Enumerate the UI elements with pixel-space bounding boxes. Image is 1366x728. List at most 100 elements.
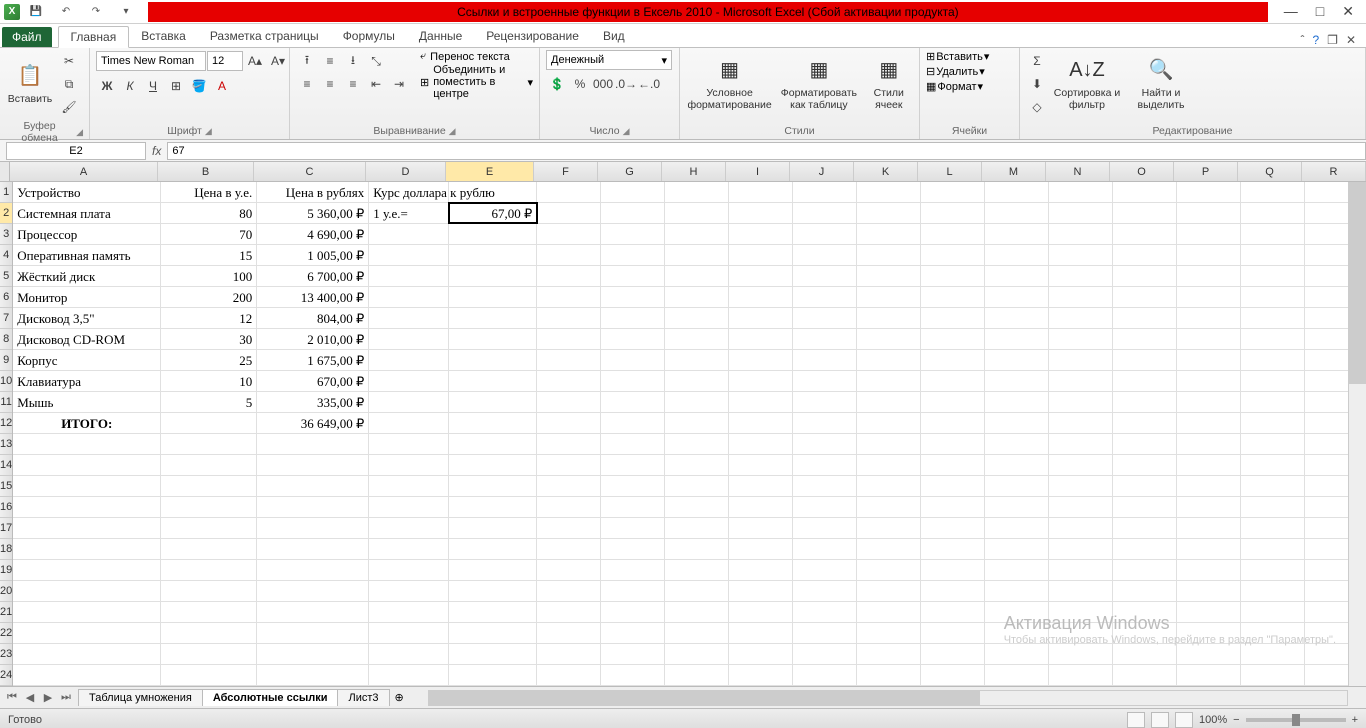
autosum-icon[interactable]: Σ [1026,50,1048,72]
cell[interactable] [1241,497,1305,517]
cell[interactable] [449,350,537,370]
cell[interactable] [665,560,729,580]
cell[interactable] [793,602,857,622]
row-header[interactable]: 10 [0,371,12,392]
cell[interactable] [369,329,449,349]
cell[interactable] [857,266,921,286]
cell[interactable] [921,287,985,307]
row-header[interactable]: 19 [0,560,12,581]
cell[interactable] [1177,602,1241,622]
cell[interactable] [665,434,729,454]
cell[interactable] [1241,308,1305,328]
cell[interactable] [921,266,985,286]
close-button[interactable]: ✕ [1342,3,1354,20]
cell[interactable] [985,350,1049,370]
cell[interactable] [665,203,729,223]
cell[interactable] [449,644,537,664]
cell[interactable] [13,497,161,517]
name-box[interactable]: E2 [6,142,146,160]
cut-icon[interactable]: ✂ [58,50,80,72]
column-header[interactable]: M [982,162,1046,181]
cell[interactable] [1177,581,1241,601]
row-header[interactable]: 14 [0,455,12,476]
cell[interactable] [161,560,257,580]
cell[interactable] [449,455,537,475]
cell[interactable] [921,497,985,517]
cell[interactable] [161,476,257,496]
cell[interactable] [729,329,793,349]
cell[interactable] [537,644,601,664]
cell[interactable] [793,644,857,664]
cell[interactable] [1113,266,1177,286]
font-name-combo[interactable]: Times New Roman [96,51,206,71]
cell[interactable] [985,539,1049,559]
cell[interactable] [793,266,857,286]
cell[interactable] [793,665,857,685]
cell[interactable] [985,413,1049,433]
cell[interactable] [857,455,921,475]
cell[interactable] [793,182,857,202]
cell[interactable] [449,518,537,538]
cell[interactable] [921,539,985,559]
grow-font-icon[interactable]: A▴ [244,50,266,72]
number-format-combo[interactable]: Денежный▾ [546,50,672,70]
cell[interactable] [369,455,449,475]
cell[interactable] [665,539,729,559]
cell[interactable] [257,665,369,685]
cell[interactable] [1113,581,1177,601]
cell[interactable] [857,245,921,265]
cell[interactable] [369,560,449,580]
cell[interactable]: Устройство [13,182,161,202]
increase-indent-icon[interactable]: ⇥ [388,73,410,95]
cell[interactable] [1241,266,1305,286]
cell[interactable] [921,560,985,580]
cell[interactable] [601,371,665,391]
cell[interactable] [449,287,537,307]
cell[interactable] [729,581,793,601]
tab-рецензирование[interactable]: Рецензирование [474,26,591,47]
cell[interactable] [601,602,665,622]
cell[interactable] [729,644,793,664]
cell[interactable] [449,560,537,580]
sheet-nav-last-icon[interactable]: ⏭ [58,691,74,704]
cell[interactable] [985,371,1049,391]
cell[interactable] [857,224,921,244]
cell[interactable] [1177,266,1241,286]
cell[interactable] [1049,434,1113,454]
align-center-icon[interactable]: ≡ [319,73,341,95]
cell[interactable] [601,560,665,580]
cell[interactable] [985,497,1049,517]
cell[interactable] [1049,203,1113,223]
cell[interactable] [729,665,793,685]
cell[interactable]: 100 [161,266,257,286]
cell[interactable] [921,623,985,643]
cell[interactable] [537,350,601,370]
cell[interactable] [1241,392,1305,412]
format-cells-button[interactable]: ▦ Формат ▾ [926,80,983,93]
orientation-icon[interactable]: ⤡ [365,50,387,72]
cell[interactable] [793,434,857,454]
cell[interactable] [537,623,601,643]
cell[interactable] [369,266,449,286]
cell[interactable] [537,182,601,202]
cell[interactable] [161,644,257,664]
cell[interactable] [1241,371,1305,391]
cell[interactable] [1177,413,1241,433]
cell[interactable] [1241,623,1305,643]
cell[interactable] [1049,287,1113,307]
cell[interactable]: 670,00 ₽ [257,371,369,391]
cell[interactable] [257,434,369,454]
column-header[interactable]: B [158,162,254,181]
cell[interactable] [369,623,449,643]
cell[interactable] [601,392,665,412]
column-header[interactable]: O [1110,162,1174,181]
cell[interactable] [921,392,985,412]
cell[interactable] [1177,644,1241,664]
cell[interactable] [665,182,729,202]
cell[interactable] [601,476,665,496]
paste-button[interactable]: 📋 Вставить [6,50,54,116]
cell[interactable] [449,497,537,517]
column-header[interactable]: F [534,162,598,181]
cell[interactable] [793,581,857,601]
cell[interactable] [537,665,601,685]
